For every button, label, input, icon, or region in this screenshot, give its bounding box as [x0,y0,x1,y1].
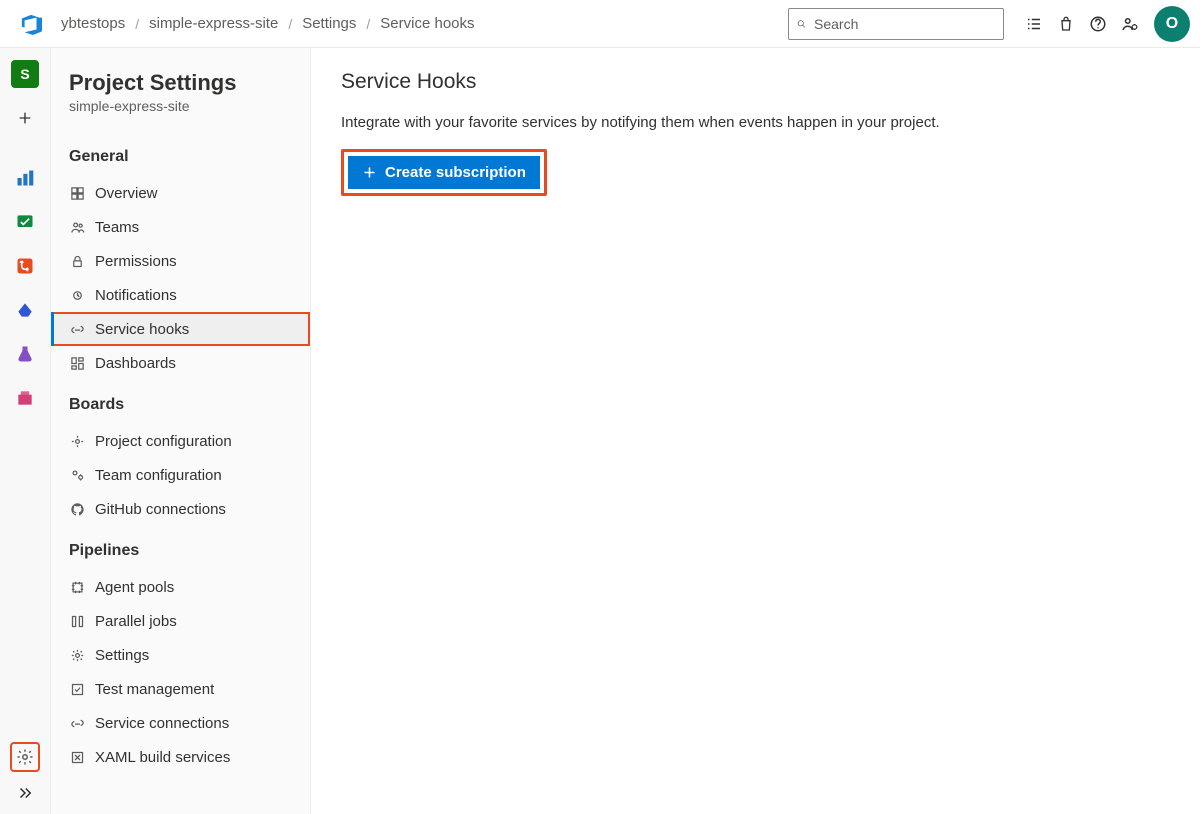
rail-repos[interactable] [11,252,39,280]
nav-parallel-jobs[interactable]: Parallel jobs [51,604,310,638]
dashboard-icon [15,168,35,188]
teams-icon [69,219,85,235]
notifications-icon [69,287,85,303]
nav-label: Settings [95,647,149,664]
nav-agent-pools[interactable]: Agent pools [51,570,310,604]
nav-label: Project configuration [95,433,232,450]
team-config-icon [69,467,85,483]
work-items-icon[interactable] [1020,10,1048,38]
nav-xaml-build-services[interactable]: XAML build services [51,740,310,774]
nav-label: Notifications [95,287,177,304]
breadcrumb-project[interactable]: simple-express-site [149,15,278,32]
create-subscription-label: Create subscription [385,164,526,181]
rail-boards[interactable] [11,208,39,236]
nav-label: GitHub connections [95,501,226,518]
test-plans-icon [15,344,35,364]
rail-artifacts[interactable] [11,384,39,412]
nav-teams[interactable]: Teams [51,210,310,244]
artifacts-icon [15,388,35,408]
page-title: Service Hooks [341,70,1170,94]
nav-label: Service hooks [95,321,189,338]
nav-team-configuration[interactable]: Team configuration [51,458,310,492]
search-input[interactable] [814,16,995,32]
nav-label: Overview [95,185,158,202]
azure-devops-logo[interactable] [10,13,51,35]
xaml-icon [69,749,85,765]
sidebar-title: Project Settings [51,70,310,96]
breadcrumb-org[interactable]: ybtestops [61,15,125,32]
help-icon[interactable] [1084,10,1112,38]
page-description: Integrate with your favorite services by… [341,114,1170,131]
rail-overview[interactable] [11,164,39,192]
breadcrumb-page[interactable]: Service hooks [380,15,474,32]
nav-label: Team configuration [95,467,222,484]
pipelines-icon [15,300,35,320]
repos-icon [15,256,35,276]
nav-project-configuration[interactable]: Project configuration [51,424,310,458]
breadcrumb-separator: / [288,16,292,32]
nav-label: Teams [95,219,139,236]
avatar[interactable]: O [1154,6,1190,42]
main-content: Service Hooks Integrate with your favori… [311,48,1200,814]
nav-dashboards[interactable]: Dashboards [51,346,310,380]
github-icon [69,501,85,517]
nav-permissions[interactable]: Permissions [51,244,310,278]
nav-label: Test management [95,681,214,698]
create-subscription-button[interactable]: Create subscription [348,156,540,189]
breadcrumb: ybtestops / simple-express-site / Settin… [61,15,475,32]
nav-test-management[interactable]: Test management [51,672,310,706]
settings-sidebar: Project Settings simple-express-site Gen… [51,48,311,814]
nav-label: Agent pools [95,579,174,596]
nav-label: Permissions [95,253,177,270]
nav-github-connections[interactable]: GitHub connections [51,492,310,526]
plus-icon [17,110,33,126]
section-header-pipelines: Pipelines [51,526,310,570]
nav-label: XAML build services [95,749,230,766]
user-settings-icon[interactable] [1116,10,1144,38]
boards-icon [15,212,35,232]
rail-project-settings-highlight [10,742,40,772]
rail-new-item[interactable] [11,104,39,132]
marketplace-icon[interactable] [1052,10,1080,38]
section-header-boards: Boards [51,380,310,424]
nav-service-hooks[interactable]: Service hooks [51,312,310,346]
gear-icon [69,647,85,663]
sidebar-subtitle: simple-express-site [51,96,310,132]
gear-icon [16,748,34,766]
test-management-icon [69,681,85,697]
avatar-initial: O [1166,15,1178,33]
search-box[interactable] [788,8,1004,40]
breadcrumb-section[interactable]: Settings [302,15,356,32]
breadcrumb-separator: / [366,16,370,32]
nav-overview[interactable]: Overview [51,176,310,210]
nav-pipeline-settings[interactable]: Settings [51,638,310,672]
chevron-double-right-icon [16,784,34,802]
rail-project-settings[interactable] [16,748,34,766]
service-connections-icon [69,715,85,731]
rail-expand[interactable] [16,784,34,802]
service-hooks-icon [69,321,85,337]
agent-pools-icon [69,579,85,595]
dashboards-icon [69,355,85,371]
section-header-general: General [51,132,310,176]
overview-icon [69,185,85,201]
parallel-jobs-icon [69,613,85,629]
breadcrumb-separator: / [135,16,139,32]
nav-label: Dashboards [95,355,176,372]
create-subscription-highlight: Create subscription [341,149,547,196]
rail-test-plans[interactable] [11,340,39,368]
nav-label: Parallel jobs [95,613,177,630]
plus-icon [362,165,377,180]
rail-pipelines[interactable] [11,296,39,324]
nav-notifications[interactable]: Notifications [51,278,310,312]
rail-project-tile[interactable]: S [11,60,39,88]
nav-service-connections[interactable]: Service connections [51,706,310,740]
nav-label: Service connections [95,715,229,732]
left-rail: S [0,48,51,814]
project-config-icon [69,433,85,449]
azure-devops-icon [20,13,42,35]
permissions-icon [69,253,85,269]
search-icon [797,17,806,31]
